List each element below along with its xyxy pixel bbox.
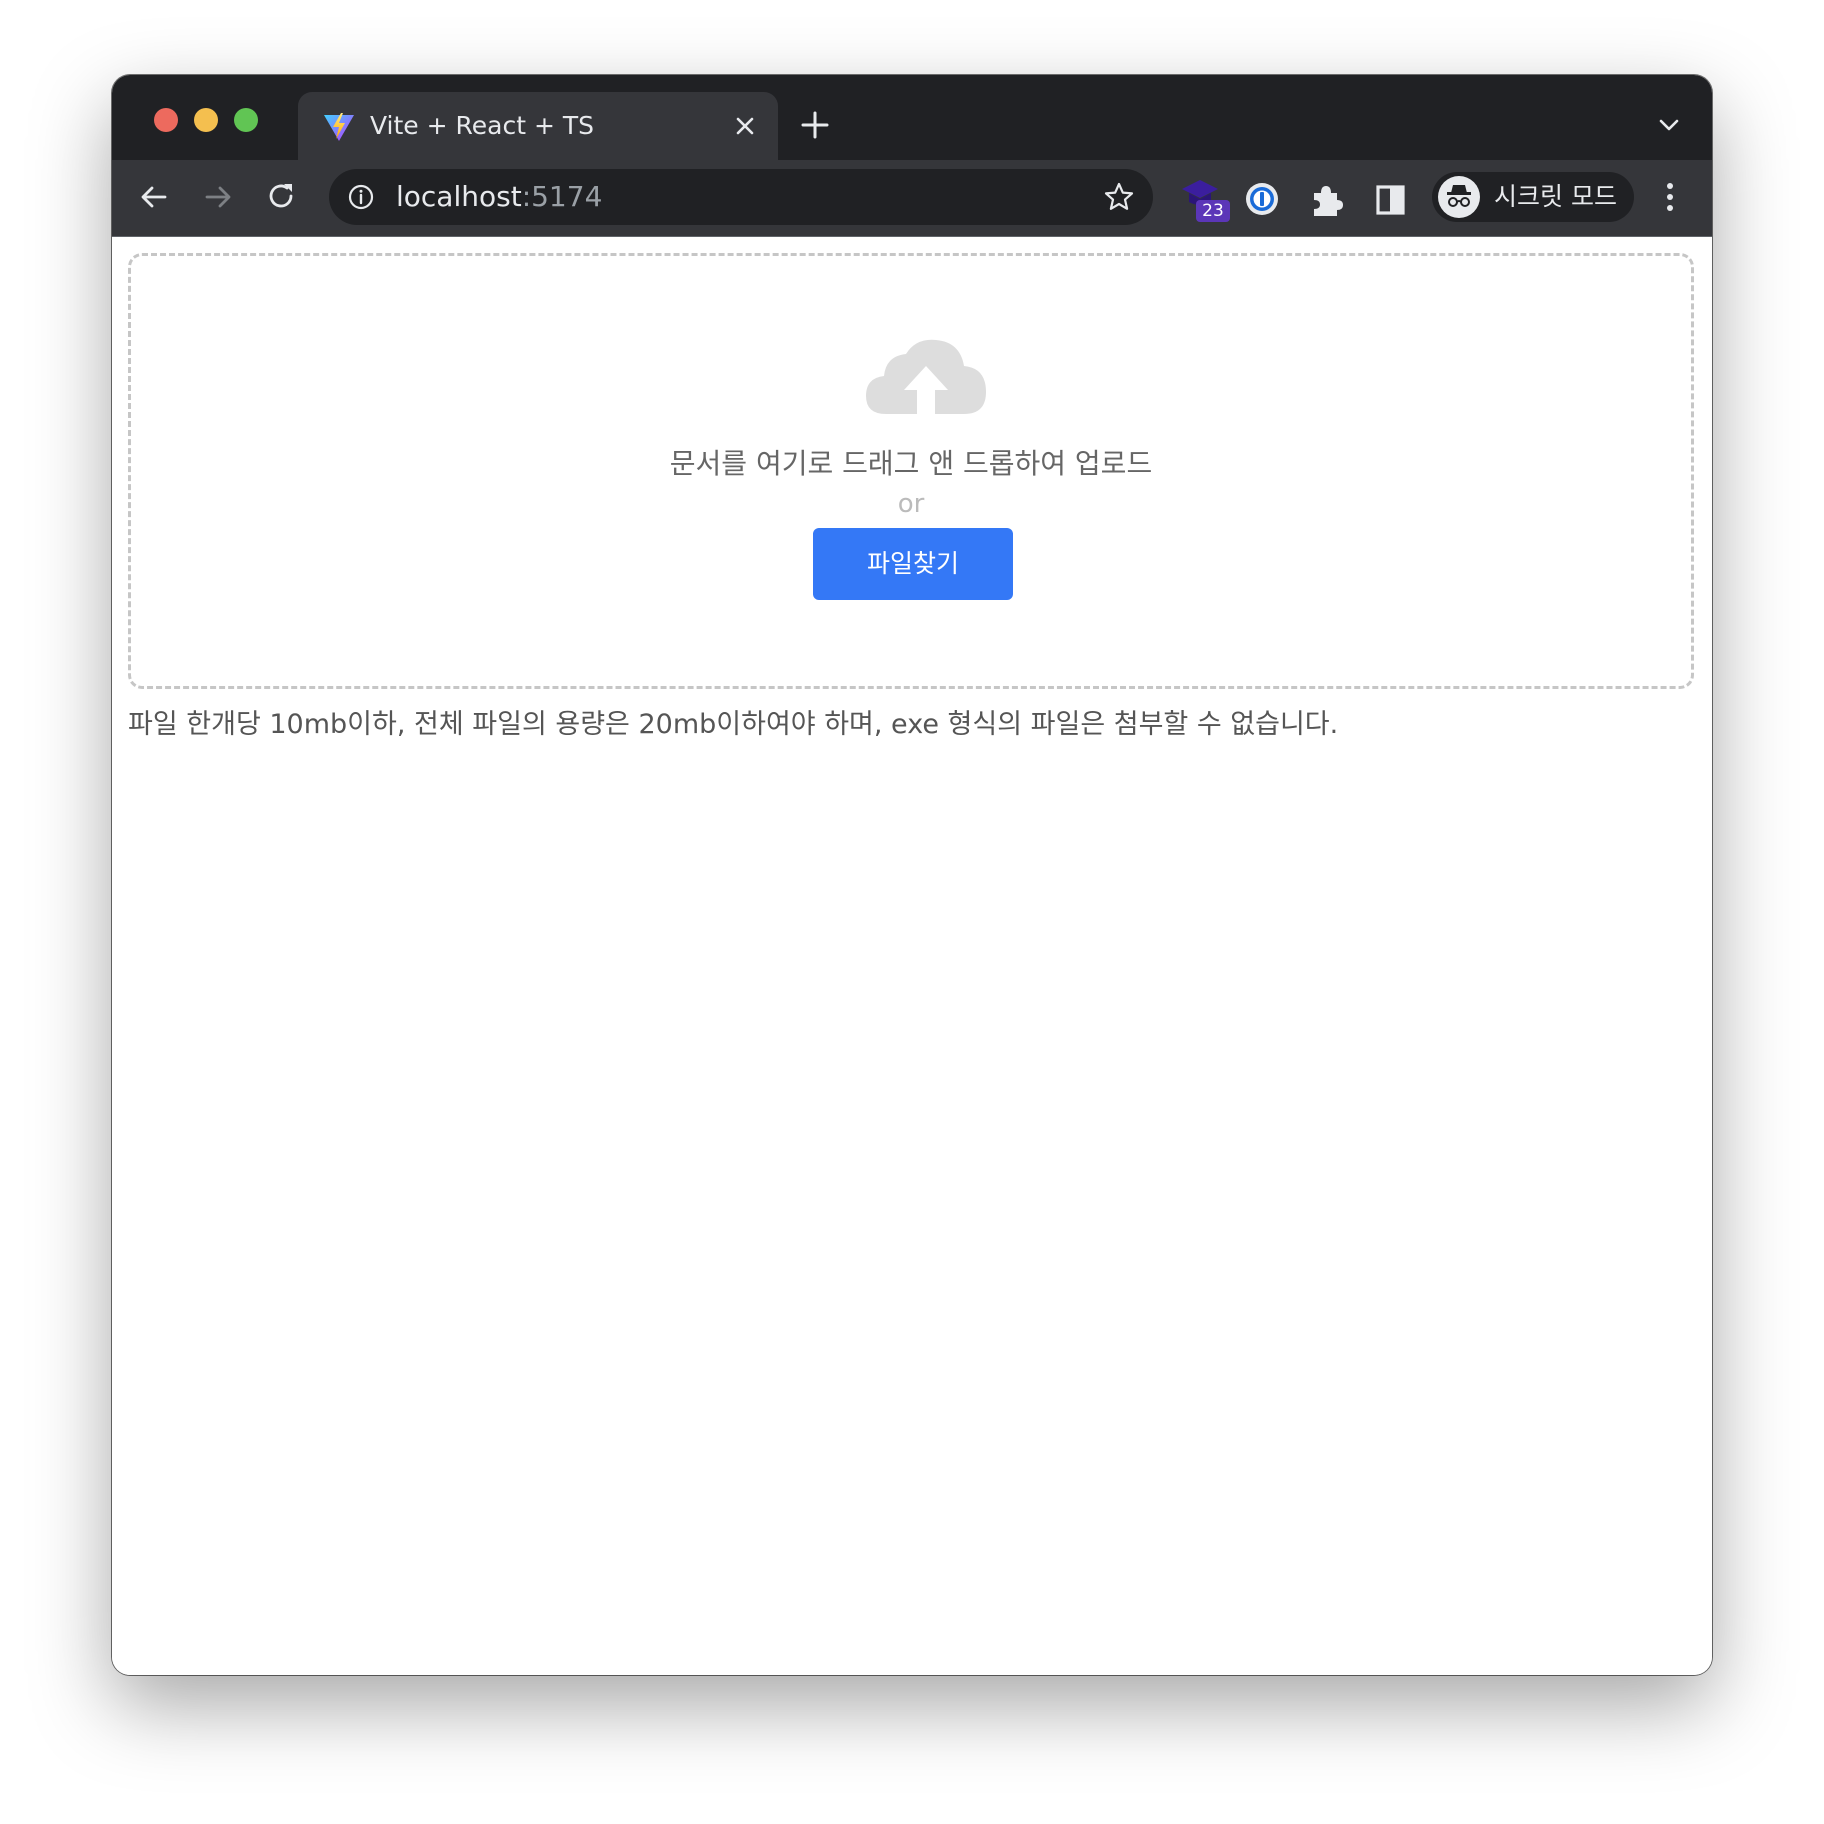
- extension-badge-count: 23: [1196, 200, 1230, 222]
- reload-icon[interactable]: [264, 179, 300, 215]
- site-info-icon[interactable]: [347, 183, 375, 211]
- or-separator-text: or: [897, 489, 925, 519]
- window-maximize-button[interactable]: [234, 108, 258, 132]
- tab-search-chevron-down-icon[interactable]: [1656, 115, 1682, 135]
- file-size-limit-note: 파일 한개당 10mb이하, 전체 파일의 용량은 20mb이하여야 하며, e…: [128, 709, 1339, 740]
- new-tab-plus-icon[interactable]: [800, 110, 830, 140]
- browser-toolbar: localhost:5174 23 시크릿 모드: [112, 160, 1712, 237]
- address-bar[interactable]: localhost:5174: [329, 169, 1153, 225]
- file-drop-zone[interactable]: 문서를 여기로 드래그 앤 드롭하여 업로드 or 파일찾기: [128, 253, 1694, 689]
- more-options-kebab-icon[interactable]: [1657, 177, 1683, 217]
- close-tab-icon[interactable]: [730, 111, 760, 141]
- window-close-button[interactable]: [154, 108, 178, 132]
- bookmark-star-icon[interactable]: [1103, 181, 1135, 213]
- url-port: :5174: [521, 180, 603, 213]
- browser-tab[interactable]: Vite + React + TS: [298, 92, 778, 160]
- incognito-avatar: [1438, 176, 1480, 218]
- url-text: localhost:5174: [396, 181, 602, 213]
- drop-instruction-text: 문서를 여기로 드래그 앤 드롭하여 업로드: [669, 447, 1153, 480]
- cloud-upload-icon: [866, 339, 986, 416]
- window-minimize-button[interactable]: [194, 108, 218, 132]
- url-host: localhost: [396, 180, 522, 213]
- find-file-button[interactable]: 파일찾기: [813, 528, 1013, 600]
- password-manager-extension-icon[interactable]: [1242, 177, 1282, 221]
- incognito-icon: [1447, 185, 1471, 207]
- incognito-profile-chip[interactable]: 시크릿 모드: [1432, 172, 1634, 222]
- page-content: 문서를 여기로 드래그 앤 드롭하여 업로드 or 파일찾기 파일 한개당 10…: [112, 237, 1712, 1675]
- puzzle-extensions-icon[interactable]: [1306, 178, 1346, 222]
- vite-logo-icon: [324, 113, 354, 141]
- incognito-label: 시크릿 모드: [1494, 182, 1617, 211]
- browser-window: Vite + React + TS localhost:5174 23 시크릿 …: [112, 75, 1712, 1675]
- back-arrow-icon[interactable]: [136, 179, 172, 215]
- tab-title: Vite + React + TS: [370, 111, 594, 140]
- tab-strip: Vite + React + TS: [112, 75, 1712, 160]
- graduation-cap-extension-icon[interactable]: 23: [1180, 176, 1230, 222]
- forward-arrow-icon[interactable]: [200, 179, 236, 215]
- side-panel-icon[interactable]: [1370, 178, 1410, 222]
